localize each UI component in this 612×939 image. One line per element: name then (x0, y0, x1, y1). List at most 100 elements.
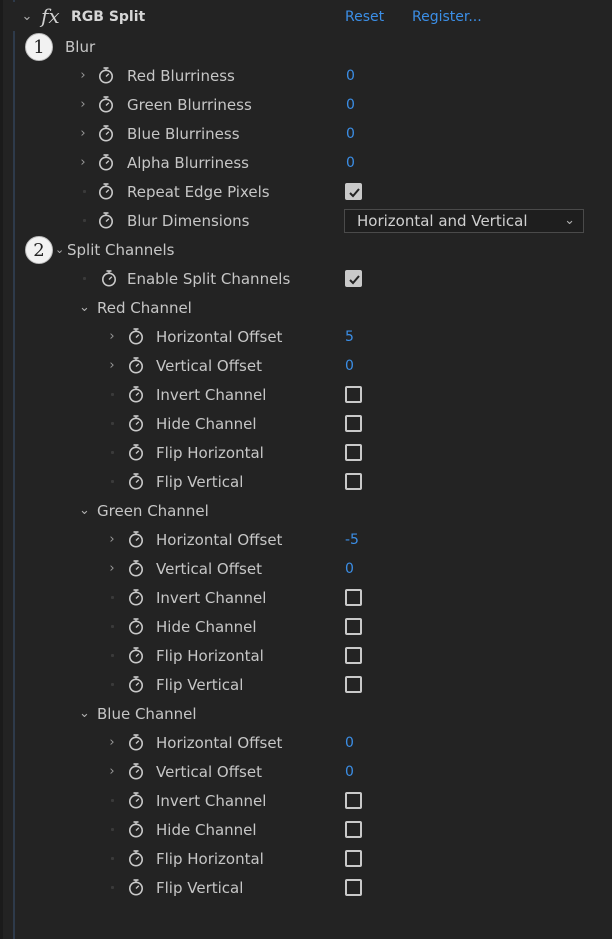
collapse-chevron-icon[interactable]: ⌄ (55, 243, 64, 256)
green-vertical-offset-value[interactable]: 0 (345, 561, 354, 577)
alpha-blurriness-value[interactable]: 0 (346, 155, 355, 171)
stopwatch-icon[interactable] (127, 414, 145, 432)
fx-icon[interactable]: fx (41, 4, 60, 28)
red-horizontal-offset-value[interactable]: 5 (345, 329, 354, 345)
red-horizontal-offset-label: Horizontal Offset (156, 327, 283, 346)
stopwatch-icon[interactable] (127, 646, 145, 664)
enable-split-channels-row: Enable Split Channels (3, 264, 612, 293)
blue-flip-horizontal-checkbox[interactable] (345, 850, 362, 867)
green-flip-vertical-label: Flip Vertical (156, 675, 244, 694)
red-hide-channel-checkbox[interactable] (345, 415, 362, 432)
stopwatch-icon[interactable] (127, 820, 145, 838)
effect-collapse-chevron-icon[interactable]: ⌄ (21, 9, 33, 24)
register-link[interactable]: Register... (412, 9, 482, 25)
alpha-blurriness-label: Alpha Blurriness (127, 153, 249, 172)
stopwatch-icon[interactable] (127, 762, 145, 780)
red-channel-group-header[interactable]: ⌄ Red Channel (3, 293, 612, 322)
callout-badge-1: 1 (25, 33, 53, 61)
green-blurriness-value[interactable]: 0 (346, 97, 355, 113)
collapse-chevron-icon[interactable]: ⌄ (79, 300, 90, 315)
blur-dimensions-selected: Horizontal and Vertical (357, 212, 528, 230)
blur-dimensions-dropdown[interactable]: Horizontal and Vertical ⌄ (344, 209, 584, 233)
stopwatch-icon[interactable] (97, 211, 115, 229)
green-horizontal-offset-value[interactable]: -5 (345, 532, 359, 548)
stopwatch-icon[interactable] (127, 675, 145, 693)
expand-chevron-icon[interactable]: › (77, 155, 89, 170)
expand-chevron-icon[interactable]: › (77, 126, 89, 141)
blue-flip-vertical-checkbox[interactable] (345, 879, 362, 896)
red-invert-channel-checkbox[interactable] (345, 386, 362, 403)
stopwatch-icon[interactable] (127, 733, 145, 751)
collapse-chevron-icon[interactable]: ⌄ (79, 706, 90, 721)
blue-invert-channel-label: Invert Channel (156, 791, 267, 810)
green-channel-group-header[interactable]: ⌄ Green Channel (3, 496, 612, 525)
indent-dot (111, 480, 114, 483)
blue-horizontal-offset-value[interactable]: 0 (345, 735, 354, 751)
stopwatch-icon[interactable] (127, 559, 145, 577)
expand-chevron-icon[interactable]: › (106, 735, 118, 750)
green-hide-channel-checkbox[interactable] (345, 618, 362, 635)
callout-badge-2: 2 (25, 236, 53, 264)
blue-channel-label: Blue Channel (97, 704, 197, 723)
stopwatch-icon[interactable] (127, 530, 145, 548)
blue-channel-group-header[interactable]: ⌄ Blue Channel (3, 699, 612, 728)
red-vertical-offset-value[interactable]: 0 (345, 358, 354, 374)
green-horizontal-offset-label: Horizontal Offset (156, 530, 283, 549)
green-hide-channel-label: Hide Channel (156, 617, 257, 636)
red-flip-horizontal-checkbox[interactable] (345, 444, 362, 461)
red-blurriness-value[interactable]: 0 (346, 68, 355, 84)
stopwatch-icon[interactable] (97, 66, 115, 84)
expand-chevron-icon[interactable]: › (106, 764, 118, 779)
green-channel-label: Green Channel (97, 501, 209, 520)
enable-split-channels-label: Enable Split Channels (127, 269, 291, 288)
blue-flip-horizontal-row: Flip Horizontal (3, 844, 612, 873)
blue-hide-channel-checkbox[interactable] (345, 821, 362, 838)
expand-chevron-icon[interactable]: › (77, 97, 89, 112)
indent-dot (83, 277, 86, 280)
stopwatch-icon[interactable] (97, 182, 115, 200)
blue-horizontal-offset-label: Horizontal Offset (156, 733, 283, 752)
enable-split-channels-checkbox[interactable] (345, 270, 362, 287)
red-vertical-offset-row: › Vertical Offset 0 (3, 351, 612, 380)
green-flip-vertical-checkbox[interactable] (345, 676, 362, 693)
green-invert-channel-checkbox[interactable] (345, 589, 362, 606)
expand-chevron-icon[interactable]: › (106, 358, 118, 373)
stopwatch-icon[interactable] (127, 356, 145, 374)
green-flip-horizontal-checkbox[interactable] (345, 647, 362, 664)
stopwatch-icon[interactable] (127, 472, 145, 490)
collapse-chevron-icon[interactable]: ⌄ (79, 503, 90, 518)
repeat-edge-pixels-row: Repeat Edge Pixels (3, 177, 612, 206)
split-channels-group-header[interactable]: 2 ⌄ Split Channels (3, 235, 612, 264)
blue-invert-channel-checkbox[interactable] (345, 792, 362, 809)
stopwatch-icon[interactable] (127, 327, 145, 345)
indent-dot (111, 886, 114, 889)
stopwatch-icon[interactable] (97, 153, 115, 171)
blue-blurriness-row: › Blue Blurriness 0 (3, 119, 612, 148)
stopwatch-icon[interactable] (127, 588, 145, 606)
stopwatch-icon[interactable] (127, 443, 145, 461)
blue-vertical-offset-value[interactable]: 0 (345, 764, 354, 780)
reset-link[interactable]: Reset (345, 9, 384, 25)
effect-controls-panel: ⌄ fx RGB Split Reset Register... 1 Blur … (0, 0, 612, 939)
stopwatch-icon[interactable] (127, 617, 145, 635)
expand-chevron-icon[interactable]: › (106, 561, 118, 576)
red-hide-channel-row: Hide Channel (3, 409, 612, 438)
blur-group-header[interactable]: 1 Blur (3, 32, 612, 61)
red-blurriness-row: › Red Blurriness 0 (3, 61, 612, 90)
expand-chevron-icon[interactable]: › (106, 329, 118, 344)
repeat-edge-pixels-checkbox[interactable] (345, 183, 362, 200)
red-flip-vertical-checkbox[interactable] (345, 473, 362, 490)
stopwatch-icon[interactable] (97, 95, 115, 113)
stopwatch-icon[interactable] (97, 124, 115, 142)
blue-vertical-offset-label: Vertical Offset (156, 762, 262, 781)
stopwatch-icon[interactable] (127, 791, 145, 809)
blue-blurriness-value[interactable]: 0 (346, 126, 355, 142)
expand-chevron-icon[interactable]: › (106, 532, 118, 547)
stopwatch-icon[interactable] (127, 385, 145, 403)
red-blurriness-label: Red Blurriness (127, 66, 235, 85)
expand-chevron-icon[interactable]: › (77, 68, 89, 83)
stopwatch-icon[interactable] (127, 878, 145, 896)
stopwatch-icon[interactable] (100, 269, 118, 287)
indent-dot (83, 219, 86, 222)
stopwatch-icon[interactable] (127, 849, 145, 867)
